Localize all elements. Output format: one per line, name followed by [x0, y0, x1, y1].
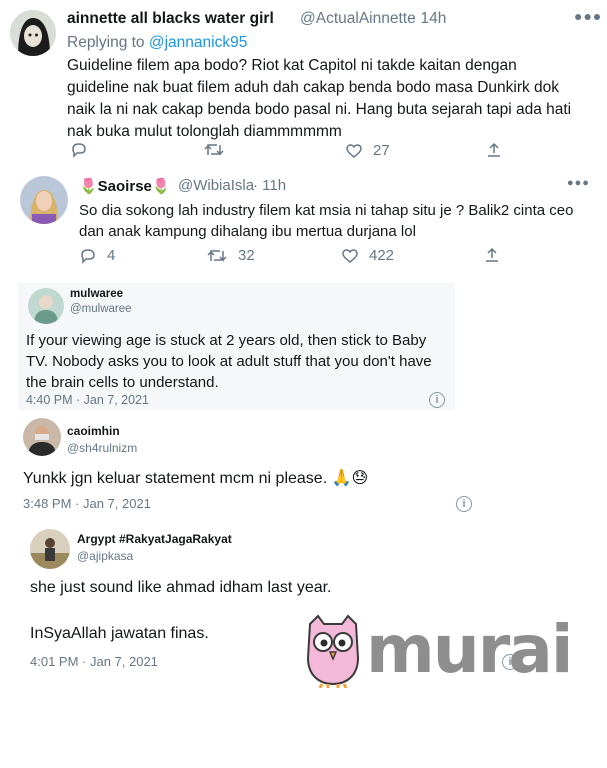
info-icon[interactable]: i [429, 392, 445, 408]
avatar[interactable] [30, 529, 70, 569]
avatar[interactable] [28, 288, 64, 324]
like-icon [342, 248, 358, 263]
watermark-text: murai [366, 611, 573, 688]
more-icon[interactable]: ●●● [567, 177, 590, 189]
tweet-text: Guideline filem apa bodo? Riot kat Capit… [67, 57, 572, 140]
more-icon[interactable]: ●●● [574, 8, 602, 24]
retweet-count: 32 [238, 247, 255, 264]
timestamp[interactable]: 3:48 PM · Jan 7, 2021 [23, 496, 151, 511]
reply-icon [81, 248, 95, 264]
handle[interactable]: @sh4rulnizm [67, 441, 137, 455]
timestamp[interactable]: · 11h [253, 177, 286, 194]
tweet-text-line-1: she just sound like ahmad idham last yea… [30, 579, 332, 596]
watermark-logo: murai [300, 612, 580, 692]
timestamp[interactable]: 4:01 PM · Jan 7, 2021 [30, 654, 158, 669]
retweet-button[interactable] [203, 142, 225, 158]
reply-button[interactable]: 4 [79, 247, 115, 264]
owl-icon [306, 614, 360, 688]
tweet-3: mulwaree @mulwaree If your viewing age i… [18, 283, 455, 410]
tweet-2: 🌷Saoirse🌷 @WibiaIsla · 11h ●●● So dia so… [0, 167, 607, 271]
display-name[interactable]: 🌷Saoirse🌷 [79, 177, 171, 195]
reply-icon [72, 143, 86, 158]
replying-prefix: Replying to [67, 34, 145, 51]
replying-handle-link[interactable]: @jannanick95 [149, 34, 247, 51]
like-button[interactable]: 422 [341, 247, 394, 264]
tweet-text: If your viewing age is stuck at 2 years … [26, 332, 432, 391]
retweet-button[interactable]: 32 [206, 247, 255, 264]
share-button[interactable] [485, 142, 503, 158]
timestamp[interactable]: · 14h [411, 10, 446, 28]
action-bar: 27 [70, 142, 590, 162]
avatar[interactable] [20, 176, 68, 224]
retweet-icon [204, 144, 224, 156]
like-count: 27 [373, 142, 390, 159]
tweet-text: Yunkk jgn keluar statement mcm ni please… [23, 470, 369, 487]
tweet-text: So dia sokong lah industry filem kat msi… [79, 202, 574, 240]
tweet-1: ainnette all blacks water girl @ActualAi… [0, 0, 607, 165]
share-icon [488, 142, 500, 157]
display-name[interactable]: caoimhin [67, 424, 120, 438]
replying-to: Replying to @jannanick95 [67, 34, 247, 52]
handle[interactable]: @ActualAinnette [300, 10, 416, 28]
share-button[interactable] [483, 247, 501, 263]
retweet-icon [207, 249, 227, 262]
display-name[interactable]: Argypt #RakyatJagaRakyat [77, 532, 232, 546]
like-icon [346, 143, 362, 158]
action-bar: 4 32 422 [79, 247, 599, 267]
reply-button[interactable] [70, 142, 88, 158]
tweet-4: caoimhin @sh4rulnizm Yunkk jgn keluar st… [0, 412, 607, 518]
handle[interactable]: @WibiaIsla [178, 177, 254, 194]
share-icon [486, 247, 498, 262]
timestamp[interactable]: 4:40 PM · Jan 7, 2021 [26, 393, 149, 407]
avatar[interactable] [23, 418, 61, 456]
reply-count: 4 [107, 247, 116, 264]
display-name[interactable]: ainnette all blacks water girl [67, 10, 274, 28]
display-name[interactable]: mulwaree [70, 288, 123, 300]
info-icon[interactable]: i [456, 496, 472, 512]
like-button[interactable]: 27 [345, 142, 390, 159]
avatar[interactable] [10, 10, 56, 56]
handle[interactable]: @ajipkasa [77, 549, 133, 563]
tweet-text-line-2: InSyaAllah jawatan finas. [30, 625, 209, 642]
handle[interactable]: @mulwaree [70, 303, 132, 315]
like-count: 422 [369, 247, 395, 264]
